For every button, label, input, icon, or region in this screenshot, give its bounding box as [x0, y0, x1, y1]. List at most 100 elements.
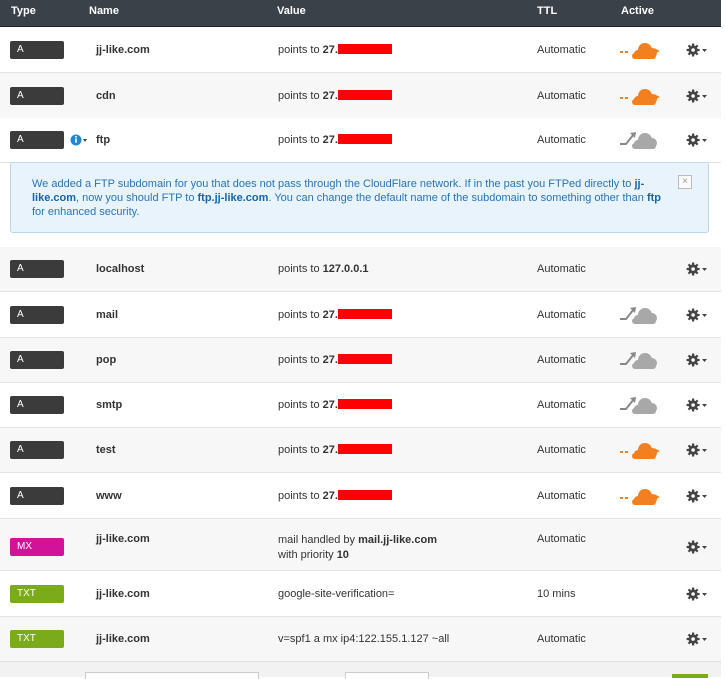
record-ttl[interactable]: Automatic [537, 90, 586, 102]
table-row[interactable]: TXT jj-like.com google-site-verification= 1… [0, 571, 721, 617]
record-type-badge[interactable]: A [10, 487, 64, 505]
gear-icon[interactable] [686, 587, 707, 601]
cloudflare-bypass-cloud-icon[interactable] [618, 303, 662, 327]
record-ttl[interactable]: Automatic [537, 44, 586, 56]
record-name[interactable]: jj-like.com [96, 633, 150, 645]
record-name[interactable]: localhost [96, 263, 144, 275]
record-type-badge[interactable]: A [10, 306, 64, 324]
record-type-badge[interactable]: TXT [10, 585, 64, 603]
table-row[interactable]: Amail points to 27. Automatic [0, 292, 721, 338]
gear-icon[interactable] [686, 443, 707, 457]
gear-icon[interactable] [686, 353, 707, 367]
record-name[interactable]: jj-like.com [96, 44, 150, 56]
record-ttl[interactable]: Automatic [537, 354, 586, 366]
footer-button[interactable] [672, 674, 708, 678]
record-ttl[interactable]: Automatic [537, 309, 586, 321]
cloudflare-active-cloud-icon[interactable] [618, 438, 662, 462]
record-ttl[interactable]: Automatic [537, 134, 586, 146]
record-ttl[interactable]: Automatic [537, 399, 586, 411]
record-value[interactable]: points to 27. [278, 399, 392, 411]
record-value[interactable]: mail handled by mail.jj-like.com with pri… [278, 533, 437, 563]
gear-icon[interactable] [686, 540, 707, 554]
table-row[interactable]: Awww points to 27. Automatic [0, 473, 721, 519]
record-name[interactable]: ftp [96, 134, 110, 146]
record-ttl[interactable]: Automatic [537, 444, 586, 456]
record-value[interactable]: google-site-verification= [278, 588, 394, 600]
cloudflare-bypass-cloud-icon[interactable] [618, 393, 662, 417]
footer [0, 661, 721, 679]
record-type-badge[interactable]: A [10, 351, 64, 369]
gear-icon[interactable] [686, 489, 707, 503]
gear-icon[interactable] [686, 133, 707, 147]
table-header: Type Name Value TTL Active [0, 0, 721, 27]
table-row[interactable]: Apop points to 27. Automatic [0, 338, 721, 383]
table-row[interactable]: Ajj-like.com points to 27. Automatic [0, 27, 721, 73]
record-type-badge[interactable]: A [10, 441, 64, 459]
ftp-notice: We added a FTP subdomain for you that do… [10, 162, 709, 233]
notice-text: We added a FTP subdomain for you that do… [32, 178, 662, 218]
cloudflare-bypass-cloud-icon[interactable] [618, 348, 662, 372]
table-row[interactable]: Alocalhost points to 127.0.0.1 Automatic [0, 247, 721, 292]
record-type-badge[interactable]: A [10, 131, 64, 149]
record-value[interactable]: points to 27. [278, 444, 392, 456]
record-ttl[interactable]: Automatic [537, 633, 586, 645]
record-name[interactable]: cdn [96, 90, 116, 102]
gear-icon[interactable] [686, 43, 707, 57]
table-row[interactable]: TXT jj-like.com v=spf1 a mx ip4:122.155.1.… [0, 617, 721, 662]
redaction-mark [337, 90, 392, 100]
record-value[interactable]: points to 27. [278, 490, 392, 502]
record-value[interactable]: points to 27. [278, 354, 392, 366]
record-name[interactable]: smtp [96, 399, 122, 411]
record-name[interactable]: www [96, 490, 122, 502]
cloudflare-bypass-cloud-icon[interactable] [618, 128, 662, 152]
col-name: Name [89, 5, 119, 17]
record-value[interactable]: points to 127.0.0.1 [278, 263, 369, 275]
record-name[interactable]: mail [96, 309, 118, 321]
record-value[interactable]: points to 27. [278, 44, 392, 56]
table-row[interactable]: Acdn points to 27. Automatic [0, 73, 721, 119]
col-type: Type [11, 5, 36, 17]
record-name[interactable]: test [96, 444, 116, 456]
close-notice-button[interactable]: × [678, 175, 692, 189]
record-type-badge[interactable]: TXT [10, 630, 64, 648]
table-row[interactable]: Asmtp points to 27. Automatic [0, 383, 721, 428]
redaction-mark [337, 44, 392, 54]
redaction-mark [337, 134, 392, 144]
redaction-mark [337, 354, 392, 364]
cloudflare-active-cloud-icon[interactable] [618, 484, 662, 508]
redaction-mark [337, 490, 392, 500]
record-type-badge[interactable]: A [10, 396, 64, 414]
record-value[interactable]: points to 27. [278, 309, 392, 321]
col-active: Active [621, 5, 655, 17]
gear-icon[interactable] [686, 398, 707, 412]
record-value[interactable]: points to 27. [278, 134, 392, 146]
info-icon[interactable] [70, 133, 88, 147]
record-ttl[interactable]: 10 mins [537, 588, 576, 600]
record-name[interactable]: jj-like.com [96, 588, 150, 600]
table-row[interactable]: MX jj-like.com mail handled by mail.jj-lik… [0, 519, 721, 571]
table-row[interactable]: Atest points to 27. Automatic [0, 428, 721, 473]
record-ttl[interactable]: Automatic [537, 263, 586, 275]
gear-icon[interactable] [686, 262, 707, 276]
col-ttl: TTL [537, 5, 558, 17]
redaction-mark [337, 444, 392, 454]
record-value[interactable]: points to 27. [278, 90, 392, 102]
table-row[interactable]: Aftp points to 27. Automatic [0, 118, 721, 163]
redaction-mark [337, 309, 392, 319]
cloudflare-active-cloud-icon[interactable] [618, 38, 662, 62]
gear-icon[interactable] [686, 89, 707, 103]
col-value: Value [277, 5, 306, 17]
record-ttl[interactable]: Automatic [537, 533, 586, 545]
gear-icon[interactable] [686, 308, 707, 322]
record-type-badge[interactable]: MX [10, 538, 64, 556]
cloudflare-active-cloud-icon[interactable] [618, 84, 662, 108]
record-name[interactable]: jj-like.com [96, 533, 150, 545]
redaction-mark [337, 399, 392, 409]
record-ttl[interactable]: Automatic [537, 490, 586, 502]
record-name[interactable]: pop [96, 354, 116, 366]
record-value[interactable]: v=spf1 a mx ip4:122.155.1.127 ~all [278, 633, 449, 645]
record-type-badge[interactable]: A [10, 87, 64, 105]
gear-icon[interactable] [686, 632, 707, 646]
record-type-badge[interactable]: A [10, 41, 64, 59]
record-type-badge[interactable]: A [10, 260, 64, 278]
